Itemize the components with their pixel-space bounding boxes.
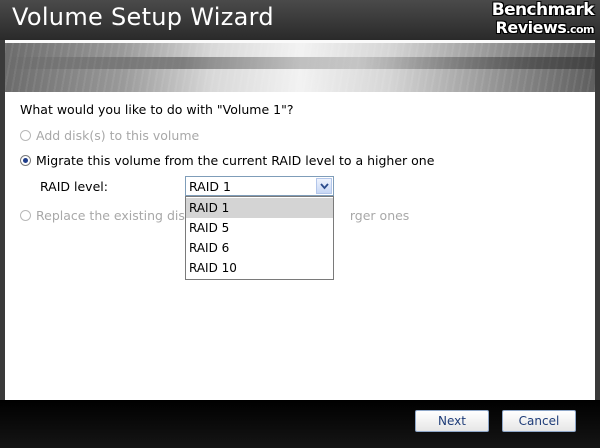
option-migrate-raid[interactable]: Migrate this volume from the current RAI… [20,153,434,168]
option-add-disks: Add disk(s) to this volume [20,128,199,143]
option-replace-disks-label-start: Replace the existing dis [36,208,185,223]
wizard-window: Volume Setup Wizard Benchmark Reviews.co… [0,0,600,448]
next-button[interactable]: Next [415,410,489,432]
raid-level-select-value: RAID 1 [189,179,231,194]
chevron-down-icon[interactable] [316,178,332,194]
wizard-footer: Next Cancel [0,400,600,448]
watermark-suffix: .com [566,23,594,36]
wizard-question: What would you like to do with "Volume 1… [20,102,294,117]
option-add-disks-label: Add disk(s) to this volume [36,128,200,143]
radio-replace-disks [20,210,31,221]
raid-level-select[interactable]: RAID 1 [185,176,334,196]
option-migrate-raid-label: Migrate this volume from the current RAI… [36,153,435,168]
header-banner [5,40,595,92]
dropdown-option-raid5[interactable]: RAID 5 [186,218,333,238]
title-bar: Volume Setup Wizard Benchmark Reviews.co… [0,0,600,40]
option-replace-disks-label-end: rger ones [349,208,410,223]
dropdown-option-raid6[interactable]: RAID 6 [186,238,333,258]
dropdown-option-raid10[interactable]: RAID 10 [186,258,333,278]
watermark-line2-text: Reviews [495,18,567,37]
radio-add-disks [20,130,31,141]
raid-level-dropdown: RAID 1 RAID 5 RAID 6 RAID 10 [185,196,334,280]
dropdown-option-raid1[interactable]: RAID 1 [186,198,333,218]
raid-level-label: RAID level: [40,179,108,194]
chevron-down-icon-glyph [319,182,329,189]
benchmark-reviews-logo: Benchmark Reviews.com [482,0,595,38]
cancel-button[interactable]: Cancel [502,410,576,432]
watermark-line1: Benchmark [491,0,595,20]
wizard-content: What would you like to do with "Volume 1… [5,92,595,400]
watermark-line2: Reviews.com [482,18,595,38]
window-title: Volume Setup Wizard [12,3,274,31]
radio-migrate-raid[interactable] [20,155,31,166]
